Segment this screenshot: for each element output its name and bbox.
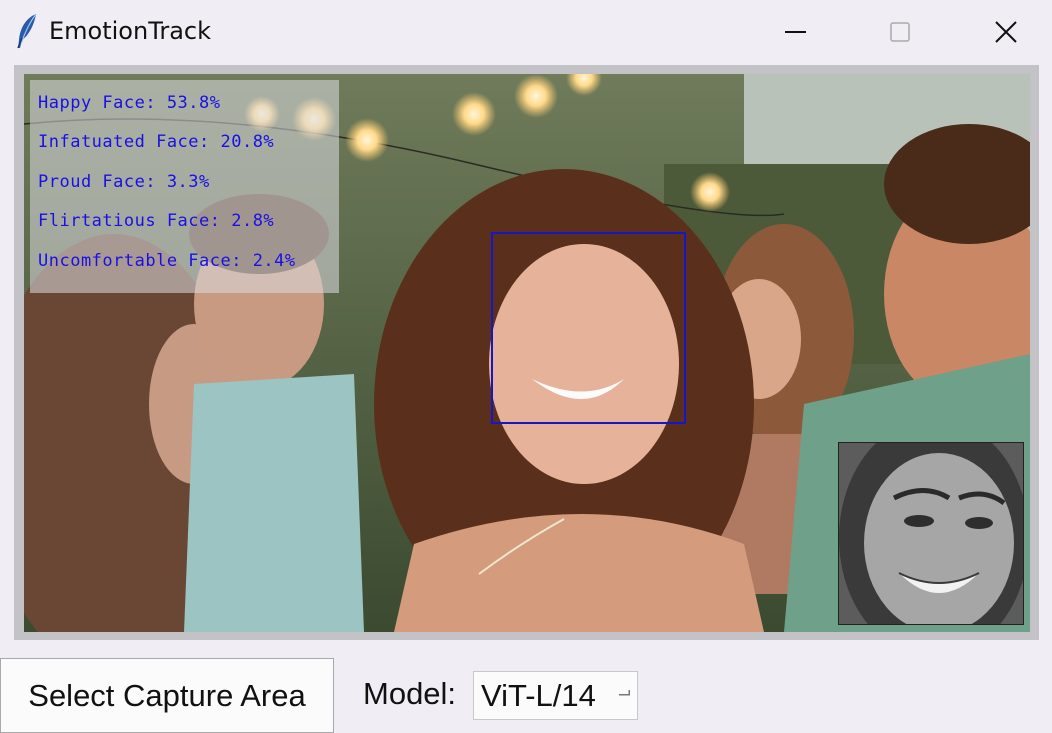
feather-icon [17,13,37,49]
maximize-icon [890,22,910,42]
emotion-result: Uncomfortable Face: 2.4% [38,251,296,271]
emotion-result: Infatuated Face: 20.8% [38,132,275,152]
minimize-icon [785,31,806,33]
app-window: EmotionTrack Happy Face: 53.8% Infatuate… [0,0,1052,733]
emotion-result: Proud Face: 3.3% [38,172,210,192]
emotion-results-panel: Happy Face: 53.8% Infatuated Face: 20.8%… [30,80,339,293]
minimize-button[interactable] [760,0,832,64]
capture-preview: Happy Face: 53.8% Infatuated Face: 20.8%… [24,74,1030,632]
model-selected-value: ViT-L/14 [481,678,596,713]
close-button[interactable] [970,0,1042,64]
emotion-result: Happy Face: 53.8% [38,93,221,113]
dropdown-indicator-icon [619,690,630,696]
emotion-result: Flirtatious Face: 2.8% [38,211,275,231]
maximize-button[interactable] [864,0,936,64]
face-detection-box [491,232,686,424]
title-bar[interactable]: EmotionTrack [0,0,1052,64]
model-label: Model: [363,676,457,711]
grayscale-face-image [839,443,1023,624]
window-title: EmotionTrack [49,17,211,45]
video-frame: Happy Face: 53.8% Infatuated Face: 20.8%… [14,65,1039,640]
model-dropdown[interactable]: ViT-L/14 [473,671,638,720]
close-icon [995,21,1017,43]
select-capture-area-button[interactable]: Select Capture Area [0,658,334,733]
face-thumbnail [838,442,1024,625]
